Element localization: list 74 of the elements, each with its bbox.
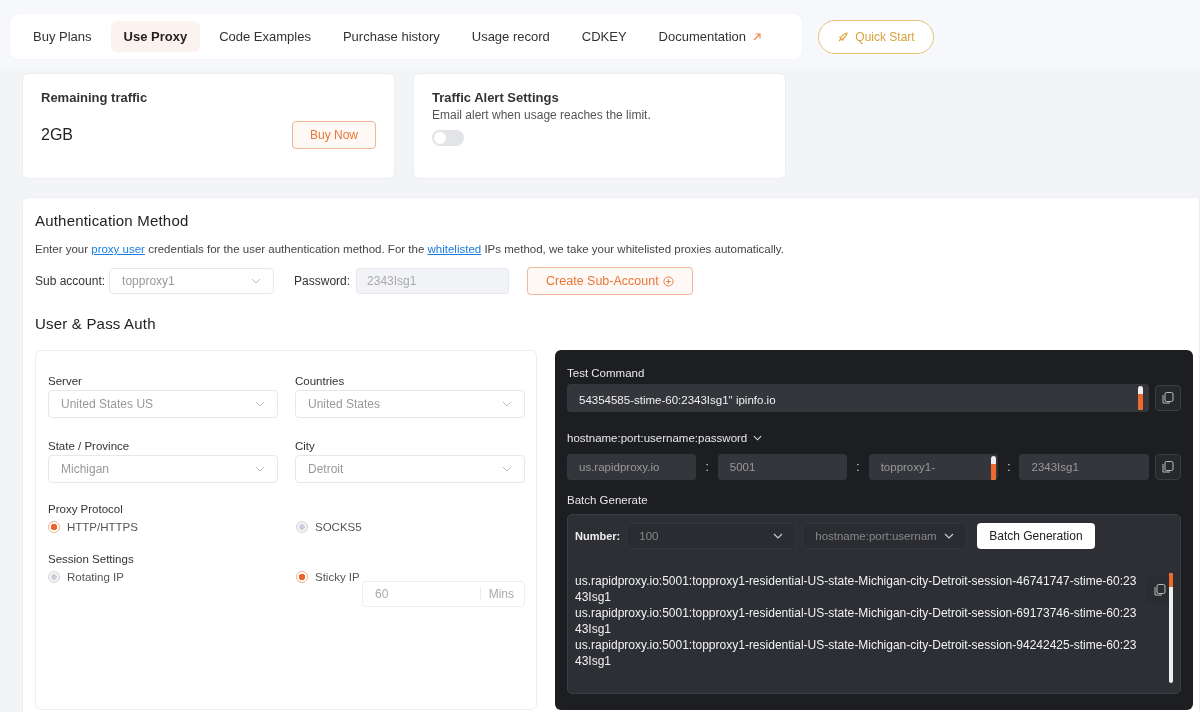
command-text: 54354585-stime-60:2343Isg1" ipinfo.io [579,394,776,406]
chevron-down-icon [502,401,512,407]
radio-option[interactable]: HTTP/HTTPS [48,521,296,533]
nav-tab[interactable]: Usage record [458,21,563,52]
copy-button[interactable] [1155,385,1181,411]
radio-option[interactable]: Rotating IP [48,571,296,583]
proxy-part-field[interactable]: 2343Isg1 [1019,454,1149,480]
chevron-down-icon [944,533,955,539]
nav-tab[interactable]: Documentation [645,21,776,52]
sub-account-select[interactable]: topproxy1 [109,268,275,294]
nav-tab[interactable]: Code Examples [206,21,324,52]
format-select[interactable]: hostname:port:usernam [802,523,968,549]
rocket-icon [837,30,850,43]
field-label: Server [48,375,83,387]
chevron-down-icon [255,466,265,472]
panel-label: Test Command [567,367,646,379]
scrollbar[interactable] [1138,386,1143,410]
panel-label: Batch Generate [567,494,649,506]
plus-circle-icon [662,275,674,287]
scrollbar[interactable] [991,456,997,480]
chevron-down-icon [753,435,763,441]
format-dropdown[interactable]: hostname:port:username:password [567,432,1181,444]
copy-icon [1153,583,1167,597]
separator: : [855,460,861,474]
unit-label: Mins [479,587,514,601]
copy-icon [1160,460,1175,474]
quick-start-button[interactable]: Quick Start [818,19,934,54]
field-label: Session Settings [48,553,135,565]
nav-tab[interactable]: Purchase history [329,21,453,52]
dropdown-select[interactable]: Detroit [295,455,525,483]
section-title: User & Pass Auth [35,315,157,332]
separator: : [1006,460,1012,474]
copy-icon [1161,391,1175,405]
traffic-value: 2GB [41,126,73,144]
nav-tab[interactable]: Buy Plans [20,21,105,52]
field-label: City [295,440,316,452]
separator: : [704,460,710,474]
alert-toggle[interactable] [432,130,464,146]
field-label: Password: [294,274,351,288]
dropdown-select[interactable]: Michigan [48,455,278,483]
dropdown-select[interactable]: United States [295,390,525,418]
external-link-icon [752,31,763,42]
radio-option[interactable]: SOCKS5 [296,521,496,533]
field-label: Proxy Protocol [48,503,124,515]
chevron-down-icon [251,278,262,284]
auth-description: Enter your proxy user credentials for the user authentication method. For the whitelisted IPs method, we take your whitelisted proxies automatically. [35,243,785,255]
proxy-part-field[interactable]: 5001 [717,454,848,480]
proxy-part-field[interactable]: us.rapidproxy.io [567,454,697,480]
section-title: Authentication Method [35,212,190,229]
link[interactable]: proxy user [91,243,145,255]
batch-generation-button[interactable]: Batch Generation [977,523,1095,549]
scrollbar[interactable] [1169,573,1173,683]
field-label: State / Province [48,440,131,452]
buy-now-button[interactable]: Buy Now [291,121,376,149]
chevron-down-icon [502,466,512,472]
proxy-line: us.rapidproxy.io:5001:topproxy1-residential-US-state-Michigan-city-Detroit-session-94242425-stime-60:2343Isg1 [575,637,1138,669]
nav-tab[interactable]: Use Proxy [110,21,201,52]
chevron-down-icon [255,401,265,407]
card-title: Traffic Alert Settings [432,90,560,105]
radio-option[interactable]: Sticky IP [296,571,496,583]
sticky-time-field[interactable]: 60 Mins [362,581,525,607]
card-title: Remaining traffic [41,90,149,105]
chevron-down-icon [773,533,784,539]
nav-tab[interactable]: CDKEY [568,21,640,52]
proxy-part-field[interactable]: topproxy1- [868,454,999,480]
field-label: Countries [295,375,346,387]
copy-button[interactable] [1154,454,1181,480]
card-description: Email alert when usage reaches the limit. [432,108,652,122]
number-select[interactable]: 100 [626,523,797,549]
field-label: Number: [575,530,621,542]
create-sub-account-button[interactable]: Create Sub-Account [527,267,693,295]
dropdown-select[interactable]: United States US [48,390,278,418]
link[interactable]: whitelisted [427,243,482,255]
field-label: Sub account: [35,274,106,288]
